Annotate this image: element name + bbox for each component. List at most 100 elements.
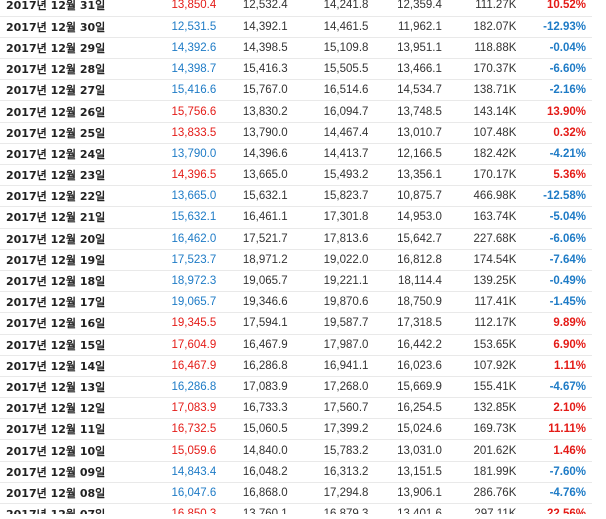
cell-high: 15,109.8 xyxy=(323,41,369,54)
cell-open: 14,396.6 xyxy=(242,147,288,160)
cell-change: 1.11% xyxy=(554,359,586,372)
cell-low: 11,962.1 xyxy=(397,20,442,33)
cell-low: 12,359.4 xyxy=(397,0,442,12)
table-row: 2017년 12월 21일 15,632.1 16,461.1 17,301.8 14,… xyxy=(0,207,592,229)
cell-change: -4.21% xyxy=(549,147,586,160)
cell-close: 18,972.3 xyxy=(171,275,217,288)
cell-change: 22.56% xyxy=(516,504,592,514)
cell-open: 13,790.0 xyxy=(242,126,288,139)
table-row: 2017년 12월 25일 13,833.5 13,790.0 14,467.4 13,… xyxy=(0,122,592,144)
cell-date: 2017년 12월 21일 xyxy=(6,211,106,225)
cell-volume: 139.25K xyxy=(473,275,517,288)
cell-close: 16,047.6 xyxy=(171,486,217,499)
cell-close: 12,531.5 xyxy=(171,20,217,33)
cell-low: 13,906.1 xyxy=(397,486,442,499)
cell-high: 17,560.7 xyxy=(323,402,369,415)
cell-open: 14,840.0 xyxy=(242,444,288,457)
cell-low: 15,669.9 xyxy=(397,380,442,393)
cell-low: 15,642.7 xyxy=(397,232,442,245)
cell-high: 16,313.2 xyxy=(323,465,369,478)
cell-low: 13,151.5 xyxy=(397,465,442,478)
cell-date: 2017년 12월 22일 xyxy=(6,190,106,204)
cell-date: 2017년 12월 29일 xyxy=(6,41,106,55)
cell-volume: 174.54K xyxy=(473,253,517,266)
table-row: 2017년 12월 07일16,850.313,760.116,879.313,… xyxy=(0,504,592,514)
cell-close: 19,065.7 xyxy=(171,296,217,309)
cell-date: 2017년 12월 08일 xyxy=(6,486,106,500)
cell-high: 14,461.5 xyxy=(323,20,369,33)
cell-open: 17,083.9 xyxy=(242,380,288,393)
cell-close: 15,059.6 xyxy=(171,444,217,457)
cell-open: 17,594.1 xyxy=(242,317,288,330)
cell-high: 17,294.8 xyxy=(323,486,369,499)
cell-change: -1.45% xyxy=(549,296,586,309)
cell-date: 2017년 12월 26일 xyxy=(6,105,106,119)
cell-date: 2017년 12월 11일 xyxy=(6,423,106,437)
table-row: 2017년 12월 15일 17,604.9 16,467.9 17,987.0 16,… xyxy=(0,334,592,356)
cell-high: 17,813.6 xyxy=(323,232,369,245)
cell-close: 14,392.6 xyxy=(171,41,217,54)
cell-volume: 143.14K xyxy=(473,105,517,118)
cell-date: 2017년 12월 19일 xyxy=(6,253,106,267)
cell-date: 2017년 12월 25일 xyxy=(6,126,106,140)
cell-open: 16,868.0 xyxy=(242,486,288,499)
cell-high: 17,987.0 xyxy=(323,338,369,351)
cell-volume: 201.62K xyxy=(473,444,517,457)
cell-open: 13,760.1 xyxy=(216,504,288,514)
table-row: 2017년 12월 08일 16,047.6 16,868.0 17,294.8 13,… xyxy=(0,482,592,504)
cell-change: -0.04% xyxy=(549,41,586,54)
cell-change: -5.04% xyxy=(549,211,586,224)
cell-high: 15,823.7 xyxy=(323,190,369,203)
cell-high: 16,094.7 xyxy=(323,105,369,118)
cell-close: 17,604.9 xyxy=(171,338,217,351)
cell-volume: 107.48K xyxy=(473,126,517,139)
cell-open: 16,048.2 xyxy=(242,465,288,478)
cell-close: 15,416.6 xyxy=(171,84,217,97)
cell-volume: 117.41K xyxy=(474,296,517,309)
cell-close: 16,286.8 xyxy=(171,380,217,393)
cell-date: 2017년 12월 24일 xyxy=(6,147,106,161)
cell-high: 17,301.8 xyxy=(323,211,369,224)
cell-low: 14,953.0 xyxy=(397,211,442,224)
cell-change: 11.11% xyxy=(548,423,586,436)
cell-change: -12.93% xyxy=(543,20,586,33)
cell-low: 13,031.0 xyxy=(397,444,442,457)
cell-volume: 169.73K xyxy=(473,423,517,436)
cell-volume: 138.71K xyxy=(473,84,517,97)
cell-date: 2017년 12월 14일 xyxy=(6,359,106,373)
cell-close: 15,756.6 xyxy=(171,105,217,118)
table-row: 2017년 12월 17일 19,065.7 19,346.6 19,870.6 18,… xyxy=(0,292,592,313)
cell-high: 17,399.2 xyxy=(323,423,369,436)
cell-change: -7.64% xyxy=(549,253,586,266)
cell-high: 16,941.1 xyxy=(323,359,369,372)
cell-low: 15,024.6 xyxy=(397,423,442,436)
cell-change: -6.06% xyxy=(549,232,586,245)
cell-low: 17,318.5 xyxy=(397,317,442,330)
cell-open: 16,467.9 xyxy=(242,338,288,351)
price-history-table: 2017년 12월 31일 13,850.4 12,532.4 14,241.8 12,… xyxy=(0,0,592,514)
cell-volume: 118.88K xyxy=(474,41,517,54)
cell-volume: 181.99K xyxy=(473,465,517,478)
table-row: 2017년 12월 11일 16,732.5 15,060.5 17,399.2 15,… xyxy=(0,419,592,440)
cell-high: 17,268.0 xyxy=(323,380,369,393)
cell-close: 15,632.1 xyxy=(171,211,217,224)
table-row: 2017년 12월 19일 17,523.7 18,971.2 19,022.0 16,… xyxy=(0,249,592,271)
cell-open: 16,733.3 xyxy=(242,402,288,415)
cell-close: 16,462.0 xyxy=(171,232,217,245)
cell-change: -4.67% xyxy=(549,380,586,393)
cell-volume: 182.42K xyxy=(473,147,517,160)
cell-low: 13,951.1 xyxy=(397,41,442,54)
cell-change: 9.89% xyxy=(553,317,586,330)
cell-open: 15,632.1 xyxy=(242,190,288,203)
cell-change: -6.60% xyxy=(549,63,586,76)
cell-change: -2.16% xyxy=(549,84,586,97)
cell-open: 12,532.4 xyxy=(242,0,288,12)
cell-low: 13,748.5 xyxy=(397,105,442,118)
cell-change: 5.36% xyxy=(553,169,586,182)
cell-close: 14,843.4 xyxy=(171,465,217,478)
table-row: 2017년 12월 22일 13,665.0 15,632.1 15,823.7 10,… xyxy=(0,186,592,207)
table-row: 2017년 12월 16일 19,345.5 17,594.1 19,587.7 17,… xyxy=(0,313,592,334)
cell-open: 16,286.8 xyxy=(242,359,288,372)
cell-volume: 153.65K xyxy=(473,338,517,351)
cell-volume: 111.27K xyxy=(475,0,517,12)
